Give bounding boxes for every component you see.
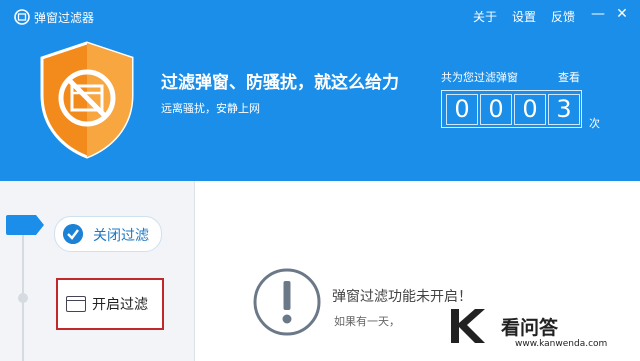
- filter-counter: 0 0 0 3: [441, 90, 582, 128]
- menu-feedback[interactable]: 反馈: [551, 8, 575, 25]
- times-unit: 次: [589, 117, 600, 130]
- timeline-dot: [18, 293, 28, 303]
- counter-digit: 0: [480, 94, 512, 125]
- counter-digit: 3: [548, 94, 580, 125]
- app-logo-icon: [14, 9, 30, 25]
- watermark-url: www.kanwenda.com: [515, 339, 608, 349]
- title-bar: 弹窗过滤器 关于 设置 反馈 — ✕: [0, 0, 640, 30]
- filter-off-subtext: 如果有一天，: [334, 315, 400, 328]
- close-filter-button[interactable]: 关闭过滤: [54, 216, 162, 252]
- open-filter-button[interactable]: 开启过滤: [56, 278, 164, 330]
- menu-settings[interactable]: 设置: [512, 8, 536, 25]
- no-popup-shield-icon: [40, 41, 134, 159]
- header-banner: 弹窗过滤器 关于 设置 反馈 — ✕ 过滤弹窗、防骚扰，就这么给力 远离骚扰，安…: [0, 0, 640, 181]
- menu-about[interactable]: 关于: [473, 8, 497, 25]
- counter-digit: 0: [446, 94, 478, 125]
- counter-digit: 0: [514, 94, 546, 125]
- minimize-button[interactable]: —: [590, 6, 606, 22]
- status-indicator-tab: [6, 215, 44, 235]
- app-title: 弹窗过滤器: [34, 11, 95, 25]
- close-window-button[interactable]: ✕: [614, 6, 630, 22]
- watermark-text: 看问答: [501, 317, 559, 339]
- alert-icon: [253, 268, 321, 336]
- slogan-heading: 过滤弹窗、防骚扰，就这么给力: [161, 73, 399, 93]
- slogan-subtitle: 远离骚扰，安静上网: [161, 102, 260, 115]
- sidebar: [0, 181, 195, 361]
- check-icon: [63, 224, 83, 244]
- view-link[interactable]: 查看: [558, 69, 580, 85]
- open-filter-label: 开启过滤: [92, 297, 148, 313]
- window-icon: [66, 296, 86, 312]
- watermark: 看问答 www.kanwenda.com: [445, 303, 635, 358]
- close-filter-label: 关闭过滤: [93, 228, 149, 244]
- filter-count-label: 共为您过滤弹窗: [441, 71, 518, 84]
- watermark-logo-icon: [451, 309, 485, 343]
